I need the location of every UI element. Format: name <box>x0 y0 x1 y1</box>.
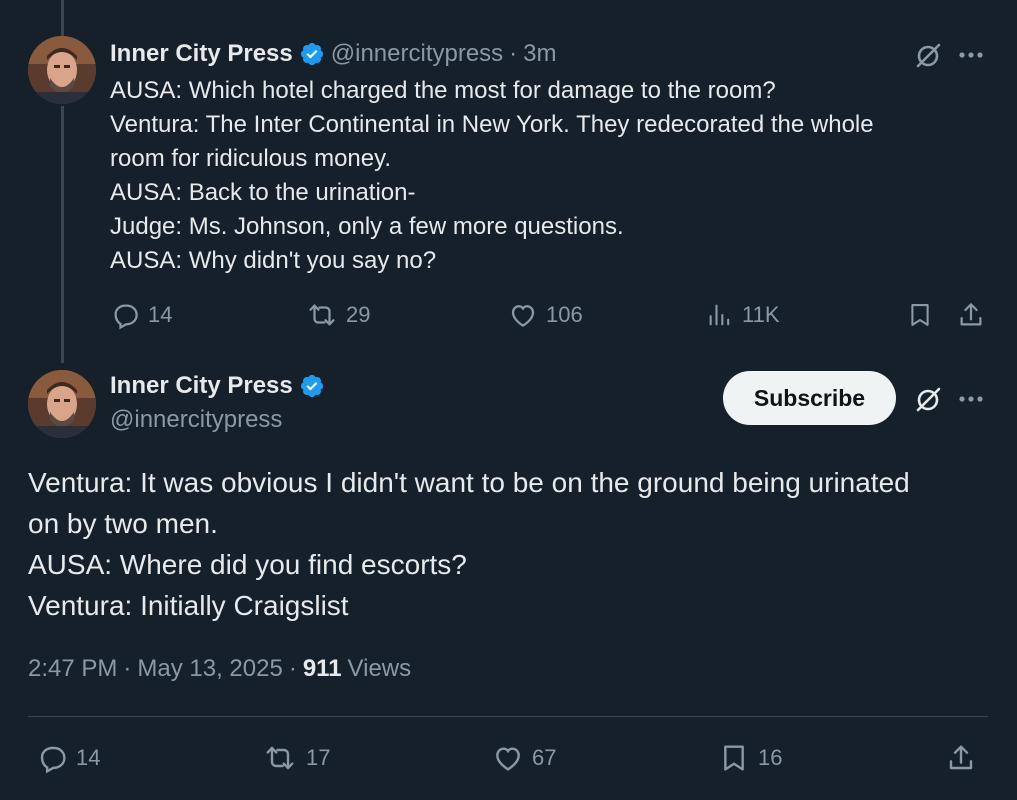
thread-connector-top <box>61 0 64 36</box>
like-button[interactable]: 67 <box>492 742 556 774</box>
more-icon[interactable] <box>956 384 986 414</box>
tweet-line: AUSA: Which hotel charged the most for d… <box>110 77 776 104</box>
tweet-line: AUSA: Back to the urination- <box>110 179 416 206</box>
repost-button[interactable]: 29 <box>306 300 370 330</box>
tweet-meta: 2:47 PM · May 13, 2025 · 911 Views <box>28 655 411 683</box>
share-icon <box>956 300 986 330</box>
reply-icon <box>36 742 68 774</box>
repost-button[interactable]: 17 <box>262 742 330 774</box>
tweet-line: Judge: Ms. Johnson, only a few more ques… <box>110 213 624 240</box>
separator: · <box>123 655 132 682</box>
share-button[interactable] <box>956 300 986 330</box>
grok-icon[interactable] <box>912 384 944 416</box>
more-icon[interactable] <box>956 40 986 70</box>
tweet-actions: 14 17 67 16 <box>0 742 1017 776</box>
bookmark-button[interactable] <box>906 300 934 330</box>
tweet-line: AUSA: Why didn't you say no? <box>110 247 437 274</box>
bookmark-count: 16 <box>758 745 783 770</box>
repost-count: 29 <box>346 302 371 327</box>
reply-button[interactable]: 14 <box>110 300 172 330</box>
avatar[interactable] <box>28 370 96 438</box>
author-name[interactable]: Inner City Press <box>110 372 293 400</box>
tweet-text: AUSA: Which hotel charged the most for d… <box>110 74 970 278</box>
views-icon <box>706 300 734 330</box>
heart-icon <box>508 300 538 330</box>
separator: · <box>288 655 297 682</box>
author-name[interactable]: Inner City Press <box>110 40 293 68</box>
reply-icon <box>110 300 140 330</box>
grok-icon[interactable] <box>912 40 944 72</box>
tweet-line: Ventura: It was obvious I didn't want to… <box>28 467 910 498</box>
tweet-line: Ventura: Initially Craigslist <box>28 590 349 621</box>
bookmark-button[interactable]: 16 <box>718 742 782 774</box>
separator: · <box>509 40 518 67</box>
tweet-text: Ventura: It was obvious I didn't want to… <box>28 462 988 626</box>
like-button[interactable]: 106 <box>508 300 583 330</box>
post-time[interactable]: 2:47 PM <box>28 655 117 683</box>
heart-icon <box>492 742 524 774</box>
author-handle[interactable]: @innercitypress <box>110 406 282 434</box>
tweet-header: Inner City Press <box>110 372 325 400</box>
views-button[interactable]: 11K <box>706 300 780 330</box>
timestamp[interactable]: 3m <box>523 40 556 68</box>
views-count: 11K <box>742 302 780 327</box>
divider <box>28 716 988 717</box>
tweet-line: room for ridiculous money. <box>110 145 391 172</box>
bookmark-icon <box>906 300 934 330</box>
tweet-thread: Inner City Press @innercitypress · 3m AU… <box>0 0 1017 800</box>
like-count: 67 <box>532 745 557 770</box>
tweet-line: on by two men. <box>28 508 218 539</box>
views-label: Views <box>347 655 412 682</box>
share-button[interactable] <box>944 742 978 774</box>
subscribe-button[interactable]: Subscribe <box>723 371 896 425</box>
like-count: 106 <box>546 302 583 327</box>
reply-button[interactable]: 14 <box>36 742 100 774</box>
post-date[interactable]: May 13, 2025 <box>137 655 282 683</box>
avatar[interactable] <box>28 36 96 104</box>
verified-badge-icon <box>299 41 325 67</box>
reply-count: 14 <box>76 745 101 770</box>
repost-count: 17 <box>306 745 331 770</box>
tweet-line: AUSA: Where did you find escorts? <box>28 549 467 580</box>
views-count: 911 <box>302 655 342 682</box>
bookmark-icon <box>718 742 750 774</box>
repost-icon <box>262 742 298 774</box>
tweet-line: Ventura: The Inter Continental in New Yo… <box>110 111 874 138</box>
reply-count: 14 <box>148 302 173 327</box>
author-handle[interactable]: @innercitypress <box>331 40 503 68</box>
tweet-header: Inner City Press @innercitypress · 3m <box>110 38 557 70</box>
tweet-actions: 14 29 106 11K <box>0 300 1017 332</box>
verified-badge-icon <box>299 373 325 399</box>
repost-icon <box>306 300 338 330</box>
share-icon <box>944 742 978 774</box>
